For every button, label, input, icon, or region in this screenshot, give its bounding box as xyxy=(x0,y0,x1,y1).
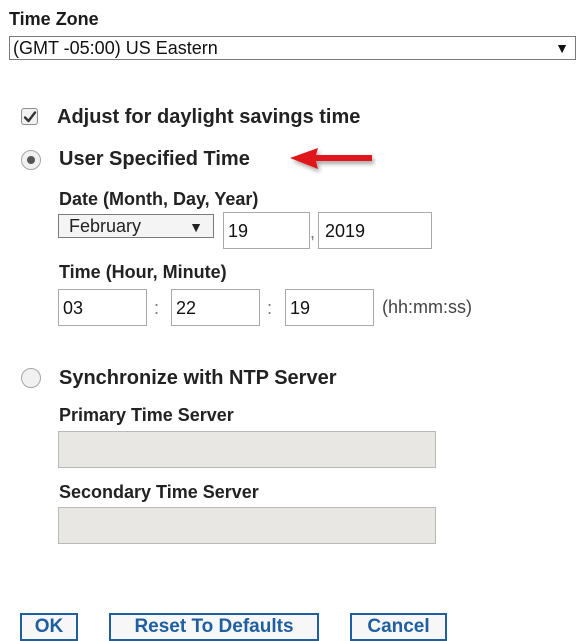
minute-input[interactable]: 22 xyxy=(171,289,260,326)
radio-selected-dot xyxy=(27,156,35,164)
month-select[interactable]: February ▼ xyxy=(58,214,214,238)
month-selected-value: February xyxy=(69,216,142,236)
time-separator: : xyxy=(154,298,160,318)
date-label: Date (Month, Day, Year) xyxy=(59,189,259,209)
time-format-hint: (hh:mm:ss) xyxy=(382,297,472,317)
dst-checkbox[interactable] xyxy=(21,108,38,125)
cancel-button[interactable]: Cancel xyxy=(350,613,447,641)
ntp-server-label: Synchronize with NTP Server xyxy=(59,367,337,389)
ntp-server-radio[interactable] xyxy=(21,368,41,388)
user-specified-time-label: User Specified Time xyxy=(59,148,250,170)
secondary-time-server-input[interactable] xyxy=(58,507,436,544)
time-separator: : xyxy=(267,298,273,318)
time-zone-label: Time Zone xyxy=(9,9,99,29)
reset-to-defaults-button[interactable]: Reset To Defaults xyxy=(109,613,319,641)
time-label: Time (Hour, Minute) xyxy=(59,262,227,282)
second-input[interactable]: 19 xyxy=(285,289,374,326)
time-zone-selected-value: (GMT -05:00) US Eastern xyxy=(13,38,218,58)
red-arrow-icon xyxy=(290,148,372,169)
year-input[interactable]: 2019 xyxy=(318,212,432,249)
dst-label: Adjust for daylight savings time xyxy=(57,106,361,128)
user-specified-time-radio[interactable] xyxy=(21,150,41,170)
day-input[interactable]: 19 xyxy=(223,212,310,249)
dropdown-arrow-icon: ▼ xyxy=(189,219,203,235)
secondary-time-server-label: Secondary Time Server xyxy=(59,482,259,502)
primary-time-server-label: Primary Time Server xyxy=(59,405,234,425)
ok-button[interactable]: OK xyxy=(20,613,78,641)
dropdown-arrow-icon: ▼ xyxy=(555,40,569,56)
primary-time-server-input[interactable] xyxy=(58,431,436,468)
date-separator: , xyxy=(310,222,316,242)
hour-input[interactable]: 03 xyxy=(58,289,147,326)
time-zone-select[interactable]: (GMT -05:00) US Eastern ▼ xyxy=(9,36,576,60)
checkmark-icon xyxy=(23,111,37,123)
